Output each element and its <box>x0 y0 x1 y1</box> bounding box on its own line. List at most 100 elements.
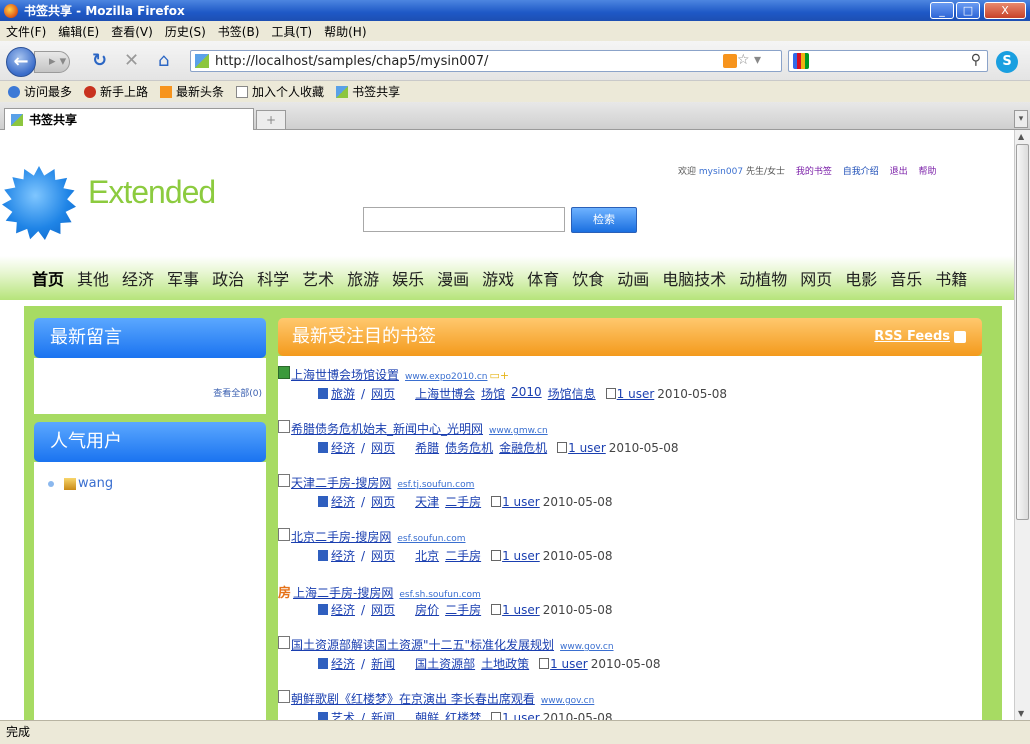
category-food[interactable]: 饮食 <box>572 266 604 290</box>
category-home[interactable]: 首页 <box>32 266 64 290</box>
category-nature[interactable]: 动植物 <box>739 266 787 290</box>
scrollbar-thumb[interactable] <box>1016 144 1029 520</box>
bookmark-category-link[interactable]: 经济 <box>331 439 355 456</box>
rss-icon[interactable] <box>723 54 737 68</box>
bookmark-tag-link[interactable]: 上海世博会 <box>415 385 475 402</box>
menu-history[interactable]: 历史(S) <box>165 23 206 40</box>
bookmark-tag-link[interactable]: 北京 <box>415 547 439 564</box>
bookmark-domain-link[interactable]: www.gov.cn <box>560 642 613 652</box>
bookmark-user-count-link[interactable]: 1 user <box>539 657 588 671</box>
bookmark-tag-link[interactable]: 二手房 <box>445 547 481 564</box>
category-animation[interactable]: 动画 <box>617 266 649 290</box>
google-icon[interactable] <box>793 53 809 69</box>
reload-icon[interactable]: ↻ <box>92 50 107 71</box>
menu-view[interactable]: 查看(V) <box>111 23 153 40</box>
category-games[interactable]: 游戏 <box>482 266 514 290</box>
forward-button[interactable]: ▸ ▾ <box>34 51 70 73</box>
menu-tools[interactable]: 工具(T) <box>271 23 312 40</box>
bookmark-tag-link[interactable]: 天津 <box>415 493 439 510</box>
bookmark-domain-link[interactable]: www.gov.cn <box>541 696 594 706</box>
category-books[interactable]: 书籍 <box>935 266 967 290</box>
scroll-down-icon[interactable]: ▼ <box>1018 709 1024 718</box>
site-search-input[interactable] <box>363 207 565 232</box>
bookmark-domain-link[interactable]: www.expo2010.cn <box>405 372 487 382</box>
category-sports[interactable]: 体育 <box>527 266 559 290</box>
bookmark-tag-link[interactable]: 二手房 <box>445 601 481 618</box>
bookmark-user-count-link[interactable]: 1 user <box>491 549 540 563</box>
my-bookmarks-link[interactable]: 我的书签 <box>796 167 832 177</box>
category-science[interactable]: 科学 <box>257 266 289 290</box>
bookmark-star-icon[interactable]: ☆ ▾ <box>737 52 761 68</box>
close-button[interactable]: X <box>984 2 1026 19</box>
bookmark-category-link[interactable]: 经济 <box>331 601 355 618</box>
category-entertainment[interactable]: 娱乐 <box>392 266 424 290</box>
tab-list-button[interactable]: ▾ <box>1014 110 1028 128</box>
bookmark-tag-link[interactable]: 红楼梦 <box>445 709 481 720</box>
category-military[interactable]: 军事 <box>167 266 199 290</box>
category-politics[interactable]: 政治 <box>212 266 244 290</box>
bookmark-category-link[interactable]: 经济 <box>331 547 355 564</box>
search-icon[interactable]: ⚲ <box>971 52 981 68</box>
new-tab-button[interactable]: + <box>256 110 286 130</box>
vertical-scrollbar[interactable]: ▲ ▼ <box>1014 130 1030 720</box>
folder-add-icon[interactable]: ▭+ <box>489 369 509 382</box>
bookmark-category-link[interactable]: 网页 <box>371 493 395 510</box>
menu-bookmarks[interactable]: 书签(B) <box>218 23 260 40</box>
bookmark-title-link[interactable]: 朝鲜歌剧《红楼梦》在京演出 李长春出席观看 <box>291 690 535 707</box>
bookmark-tag-link[interactable]: 土地政策 <box>481 655 529 672</box>
logout-link[interactable]: 退出 <box>890 167 908 177</box>
bookmark-bookmark-share[interactable]: 书签共享 <box>336 83 400 100</box>
bookmark-tag-link[interactable]: 金融危机 <box>499 439 547 456</box>
bookmark-category-link[interactable]: 新闻 <box>371 709 395 720</box>
bookmark-title-link[interactable]: 上海世博会场馆设置 <box>291 366 399 383</box>
bookmark-title-link[interactable]: 北京二手房-搜房网 <box>291 528 391 545</box>
bookmark-user-count-link[interactable]: 1 user <box>491 495 540 509</box>
home-icon[interactable]: ⌂ <box>158 50 169 71</box>
bookmark-domain-link[interactable]: esf.soufun.com <box>397 534 465 544</box>
bookmark-tag-link[interactable]: 二手房 <box>445 493 481 510</box>
bookmark-tag-link[interactable]: 房价 <box>415 601 439 618</box>
bookmark-most-visited[interactable]: 访问最多 <box>8 83 72 100</box>
bookmark-category-link[interactable]: 网页 <box>371 601 395 618</box>
bookmark-title-link[interactable]: 天津二手房-搜房网 <box>291 474 391 491</box>
help-link[interactable]: 帮助 <box>919 167 937 177</box>
bookmark-user-count-link[interactable]: 1 user <box>491 711 540 720</box>
category-economy[interactable]: 经济 <box>122 266 154 290</box>
bookmark-category-link[interactable]: 经济 <box>331 655 355 672</box>
scroll-up-icon[interactable]: ▲ <box>1018 132 1024 141</box>
menu-edit[interactable]: 编辑(E) <box>58 23 99 40</box>
maximize-button[interactable]: □ <box>956 2 980 19</box>
bookmark-category-link[interactable]: 经济 <box>331 493 355 510</box>
menu-file[interactable]: 文件(F) <box>6 23 46 40</box>
url-bar[interactable]: http://localhost/samples/chap5/mysin007/… <box>190 50 782 72</box>
bookmark-domain-link[interactable]: esf.sh.soufun.com <box>399 590 480 600</box>
category-web[interactable]: 网页 <box>800 266 832 290</box>
bookmark-add-favorites[interactable]: 加入个人收藏 <box>236 83 324 100</box>
bookmark-category-link[interactable]: 新闻 <box>371 655 395 672</box>
category-movies[interactable]: 电影 <box>845 266 877 290</box>
bookmark-tag-link[interactable]: 希腊 <box>415 439 439 456</box>
bookmark-getting-started[interactable]: 新手上路 <box>84 83 148 100</box>
browser-search-box[interactable]: ⚲ <box>788 50 988 72</box>
back-button[interactable]: ← <box>6 47 36 77</box>
bookmark-user-count-link[interactable]: 1 user <box>557 441 606 455</box>
bookmark-title-link[interactable]: 希腊债务危机始末_新闻中心_光明网 <box>291 420 483 437</box>
bookmark-tag-link[interactable]: 2010 <box>511 385 542 402</box>
bookmark-latest-headlines[interactable]: 最新头条 <box>160 83 224 100</box>
minimize-button[interactable]: _ <box>930 2 954 19</box>
category-travel[interactable]: 旅游 <box>347 266 379 290</box>
bookmark-domain-link[interactable]: www.gmw.cn <box>489 426 548 436</box>
bookmark-domain-link[interactable]: esf.tj.soufun.com <box>397 480 474 490</box>
bookmark-user-count-link[interactable]: 1 user <box>605 387 654 401</box>
bookmark-title-link[interactable]: 上海二手房-搜房网 <box>293 584 393 601</box>
skype-icon[interactable]: S <box>996 51 1018 73</box>
rss-feeds-link[interactable]: RSS Feeds <box>874 318 966 356</box>
bookmark-user-count-link[interactable]: 1 user <box>491 603 540 617</box>
bookmark-category-link[interactable]: 艺术 <box>331 709 355 720</box>
self-intro-link[interactable]: 自我介绍 <box>843 167 879 177</box>
category-comics[interactable]: 漫画 <box>437 266 469 290</box>
bookmark-tag-link[interactable]: 场馆 <box>481 385 505 402</box>
bookmark-tag-link[interactable]: 场馆信息 <box>548 385 596 402</box>
tab-bookmark-share[interactable]: 书签共享 <box>4 108 254 130</box>
bookmark-title-link[interactable]: 国土资源部解读国土资源"十二五"标准化发展规划 <box>291 636 554 653</box>
